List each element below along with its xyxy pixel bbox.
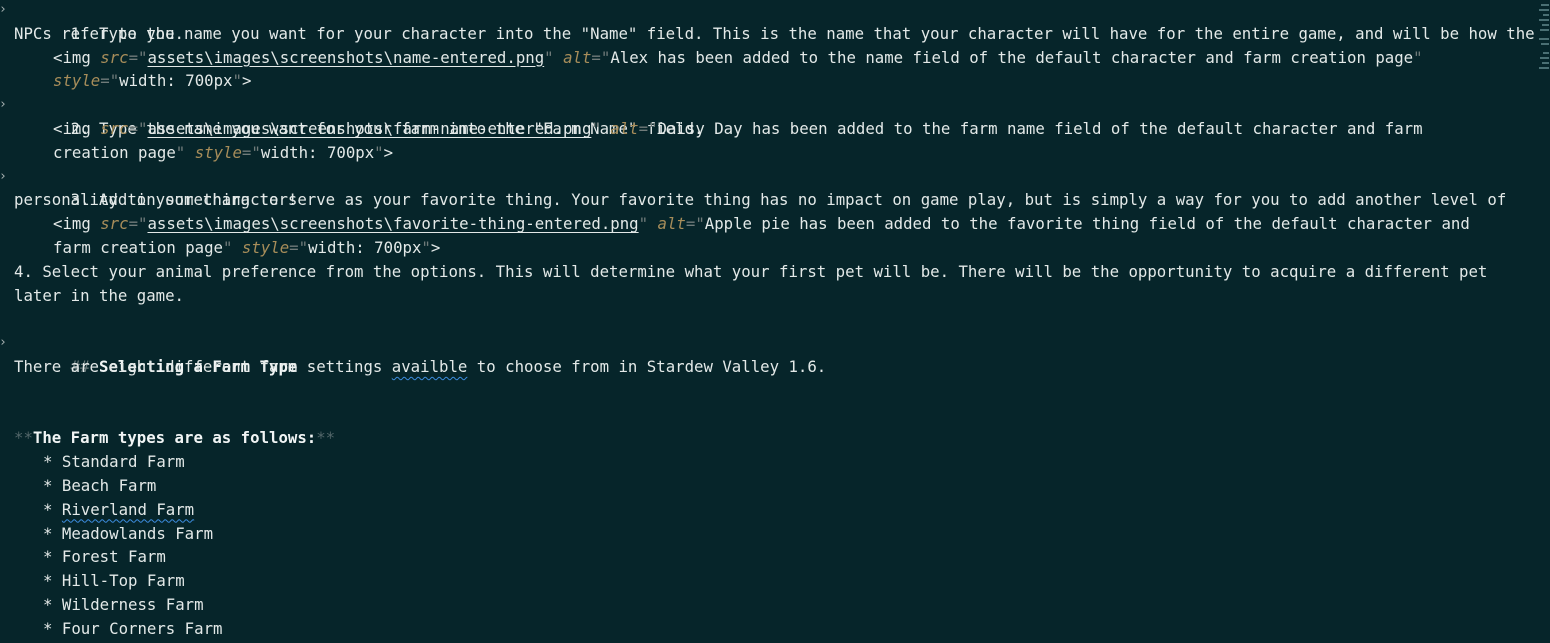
section-intro: There are eight different farm settings … [14, 356, 827, 376]
list-item: * Four Corners Farm [43, 618, 223, 638]
chevron-down-icon[interactable]: › [0, 0, 9, 22]
list-item-4-line-2: later in the game. [14, 285, 185, 305]
list-item: * Meadowlands Farm [43, 523, 214, 543]
section-heading: ›## Selecting a Farm Type [0, 331, 1529, 376]
list-item: * Wilderness Farm [43, 594, 204, 614]
list-item: * Hill-Top Farm [43, 571, 185, 591]
minimap[interactable] [1538, 0, 1550, 76]
image-path-link[interactable]: assets\images\screenshots\name-entered.p… [147, 48, 544, 67]
minimap-line [1543, 14, 1549, 16]
minimap-line [1539, 9, 1549, 11]
list-item-2-line-1: ›2. Type the name you want for your farm… [0, 93, 1529, 138]
markdown-editor[interactable]: ›1. Type the name you want for your char… [0, 0, 1550, 643]
image-path-link[interactable]: assets\images\screenshots\favorite-thing… [147, 214, 638, 233]
minimap-line [1541, 43, 1549, 45]
misspelled-word[interactable]: availble [392, 357, 468, 376]
chevron-down-icon[interactable]: › [0, 331, 9, 355]
minimap-line [1540, 57, 1549, 59]
image-tag-1-line-1: <img src="assets\images\screenshots\name… [53, 47, 1423, 67]
misspelled-word[interactable]: Riverland Farm [62, 500, 194, 519]
image-tag-2-line-1: <img src="assets\images\screenshots\farm… [53, 118, 1423, 138]
minimap-line [1539, 67, 1549, 69]
image-tag-3-line-1: <img src="assets\images\screenshots\favo… [53, 214, 1470, 234]
minimap-line [1542, 62, 1549, 64]
minimap-line [1543, 52, 1549, 54]
list-item: * Standard Farm [43, 452, 185, 472]
image-tag-2-line-2: creation page" style="width: 700px"> [53, 142, 394, 162]
list-item-1-line-2: NPCs refer to you. [14, 23, 185, 43]
image-tag-1-line-2: style="width: 700px"> [53, 71, 252, 91]
chevron-down-icon[interactable]: › [0, 165, 9, 189]
list-item-3-line-2: personality to your character! [14, 190, 298, 210]
list-item-1-line-1: ›1. Type the name you want for your char… [0, 0, 1535, 43]
minimap-line [1539, 38, 1549, 40]
minimap-line [1540, 29, 1549, 31]
farm-types-heading: **The Farm types are as follows:** [14, 428, 336, 448]
list-item: * Riverland Farm [43, 499, 195, 519]
minimap-line [1539, 19, 1549, 21]
list-item-4-line-1: 4. Select your animal preference from th… [14, 261, 1488, 281]
list-item-3-line-1: ›3. Add in something to serve as your fa… [0, 165, 1529, 210]
editor-text-area[interactable]: ›1. Type the name you want for your char… [0, 0, 1535, 641]
minimap-line [1541, 4, 1549, 6]
list-item: * Beach Farm [43, 475, 157, 495]
image-tag-3-line-2: farm creation page" style="width: 700px"… [53, 237, 441, 257]
minimap-line [1542, 24, 1549, 26]
image-path-link[interactable]: assets\images\screenshots\farm-name-ente… [147, 119, 591, 138]
list-item: * Forest Farm [43, 547, 166, 567]
chevron-down-icon[interactable]: › [0, 93, 9, 117]
